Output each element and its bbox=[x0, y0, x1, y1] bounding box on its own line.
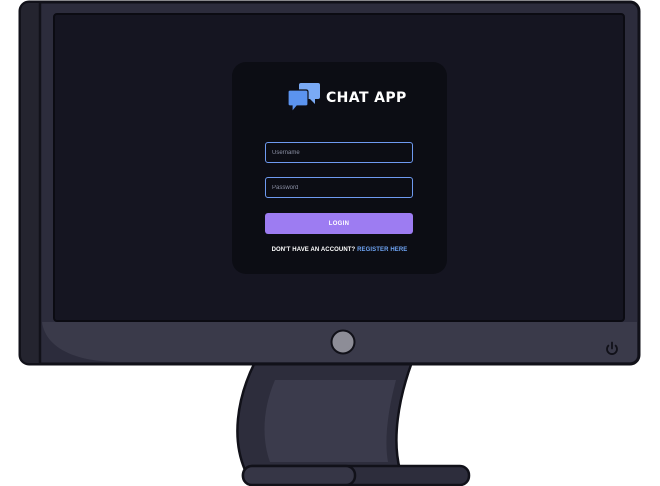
login-card: CHAT APP LOGIN DON'T HAVE AN ACCOUNT? RE… bbox=[232, 62, 447, 274]
register-link[interactable]: REGISTER HERE bbox=[357, 247, 407, 253]
brand: CHAT APP bbox=[287, 82, 407, 114]
username-input[interactable] bbox=[265, 142, 413, 163]
login-button[interactable]: LOGIN bbox=[265, 213, 413, 234]
webcam-icon bbox=[330, 329, 356, 355]
monitor-stand-base-front bbox=[241, 464, 357, 486]
password-input[interactable] bbox=[265, 177, 413, 198]
monitor-stand-highlight bbox=[264, 380, 396, 462]
app-title: CHAT APP bbox=[326, 90, 407, 106]
register-prompt: DON'T HAVE AN ACCOUNT? bbox=[271, 247, 356, 253]
register-prompt-line: DON'T HAVE AN ACCOUNT? REGISTER HERE bbox=[232, 247, 447, 253]
monitor-frame-side bbox=[21, 3, 40, 363]
chat-bubbles-icon bbox=[287, 83, 320, 114]
